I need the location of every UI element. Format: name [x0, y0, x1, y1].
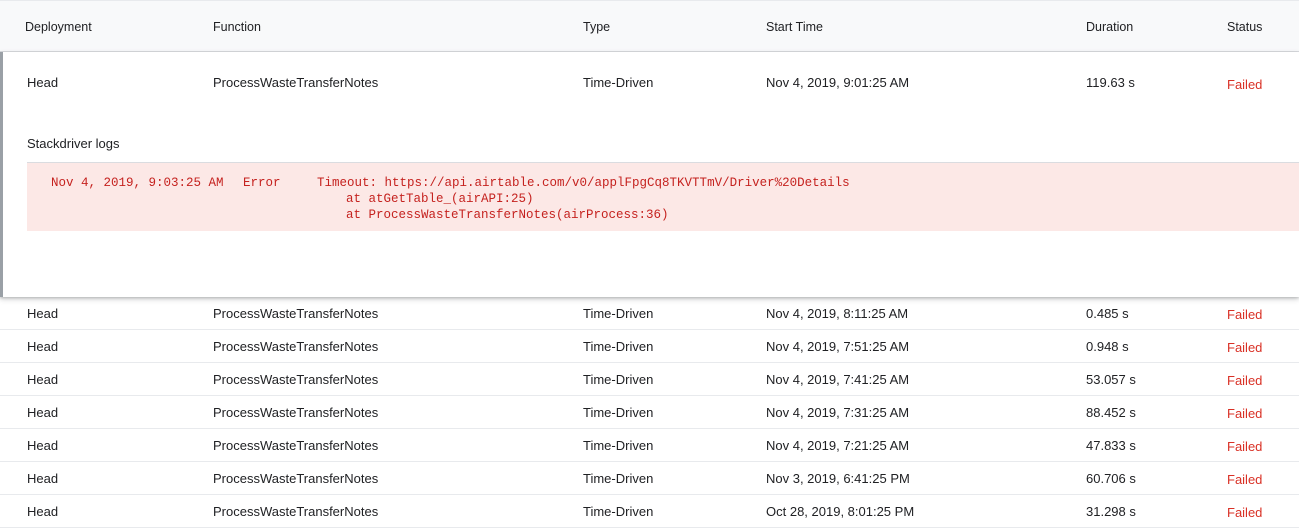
table-row[interactable]: Head ProcessWasteTransferNotes Time-Driv… [0, 297, 1299, 330]
cell-start-time: Nov 4, 2019, 8:11:25 AM [766, 306, 909, 321]
cell-deployment: Head [27, 306, 59, 321]
log-stack-line: at atGetTable_(airAPI:25) [346, 192, 534, 206]
cell-deployment: Head [27, 504, 59, 519]
stackdriver-logs-title: Stackdriver logs [27, 136, 120, 151]
log-message-line: Timeout: https://api.airtable.com/v0/app… [317, 176, 850, 190]
table-row[interactable]: Head ProcessWasteTransferNotes Time-Driv… [0, 495, 1299, 528]
column-header-deployment[interactable]: Deployment [25, 20, 92, 34]
status-badge: Failed [1227, 307, 1263, 322]
cell-function: ProcessWasteTransferNotes [213, 405, 379, 420]
cell-function: ProcessWasteTransferNotes [213, 75, 379, 90]
cell-deployment: Head [27, 75, 59, 90]
status-badge: Failed [1227, 373, 1263, 388]
column-header-function[interactable]: Function [213, 20, 261, 34]
log-severity: Error [243, 176, 281, 190]
cell-duration: 31.298 s [1086, 504, 1136, 519]
cell-deployment: Head [27, 339, 59, 354]
status-badge: Failed [1227, 77, 1263, 92]
log-stack-line: at ProcessWasteTransferNotes(airProcess:… [346, 208, 669, 222]
cell-deployment: Head [27, 438, 59, 453]
cell-type: Time-Driven [583, 504, 654, 519]
cell-start-time: Nov 4, 2019, 9:01:25 AM [766, 75, 910, 90]
expanded-row-summary[interactable]: Head ProcessWasteTransferNotes Time-Driv… [0, 75, 1299, 95]
table-row[interactable]: Head ProcessWasteTransferNotes Time-Driv… [0, 429, 1299, 462]
cell-type: Time-Driven [583, 372, 654, 387]
cell-duration: 53.057 s [1086, 372, 1136, 387]
cell-function: ProcessWasteTransferNotes [213, 471, 379, 486]
cell-type: Time-Driven [583, 471, 654, 486]
cell-type: Time-Driven [583, 405, 654, 420]
log-entry: Nov 4, 2019, 9:03:25 AM Error Timeout: h… [27, 162, 1299, 231]
cell-function: ProcessWasteTransferNotes [213, 438, 379, 453]
executions-page: Deployment Function Type Start Time Dura… [0, 0, 1299, 528]
cell-duration: 88.452 s [1086, 405, 1136, 420]
status-badge: Failed [1227, 472, 1263, 487]
cell-deployment: Head [27, 372, 59, 387]
cell-duration: 60.706 s [1086, 471, 1136, 486]
cell-duration: 119.63 s [1086, 75, 1135, 90]
table-row[interactable]: Head ProcessWasteTransferNotes Time-Driv… [0, 330, 1299, 363]
table-row[interactable]: Head ProcessWasteTransferNotes Time-Driv… [0, 462, 1299, 495]
cell-function: ProcessWasteTransferNotes [213, 372, 379, 387]
table-row[interactable]: Head ProcessWasteTransferNotes Time-Driv… [0, 363, 1299, 396]
status-badge: Failed [1227, 406, 1263, 421]
cell-deployment: Head [27, 405, 59, 420]
cell-start-time: Nov 3, 2019, 6:41:25 PM [766, 471, 910, 486]
cell-duration: 0.485 s [1086, 306, 1129, 321]
cell-duration: 0.948 s [1086, 339, 1129, 354]
status-badge: Failed [1227, 340, 1263, 355]
log-timestamp: Nov 4, 2019, 9:03:25 AM [51, 176, 224, 190]
cell-function: ProcessWasteTransferNotes [213, 339, 379, 354]
cell-start-time: Oct 28, 2019, 8:01:25 PM [766, 504, 915, 519]
column-header-start-time[interactable]: Start Time [766, 20, 823, 34]
column-header-type[interactable]: Type [583, 20, 610, 34]
cell-function: ProcessWasteTransferNotes [213, 306, 379, 321]
status-badge: Failed [1227, 439, 1263, 454]
status-badge: Failed [1227, 505, 1263, 520]
cell-start-time: Nov 4, 2019, 7:21:25 AM [766, 438, 910, 453]
cell-type: Time-Driven [583, 438, 654, 453]
cell-type: Time-Driven [583, 306, 654, 321]
cell-type: Time-Driven [583, 339, 654, 354]
expanded-execution-row[interactable]: Head ProcessWasteTransferNotes Time-Driv… [0, 52, 1299, 297]
cell-start-time: Nov 4, 2019, 7:51:25 AM [766, 339, 910, 354]
table-row[interactable]: Head ProcessWasteTransferNotes Time-Driv… [0, 396, 1299, 429]
cell-type: Time-Driven [583, 75, 654, 90]
cell-duration: 47.833 s [1086, 438, 1136, 453]
column-header-status[interactable]: Status [1227, 20, 1262, 34]
column-header-duration[interactable]: Duration [1086, 20, 1133, 34]
table-header: Deployment Function Type Start Time Dura… [0, 0, 1299, 52]
cell-function: ProcessWasteTransferNotes [213, 504, 379, 519]
cell-start-time: Nov 4, 2019, 7:31:25 AM [766, 405, 910, 420]
cell-start-time: Nov 4, 2019, 7:41:25 AM [766, 372, 910, 387]
cell-deployment: Head [27, 471, 59, 486]
